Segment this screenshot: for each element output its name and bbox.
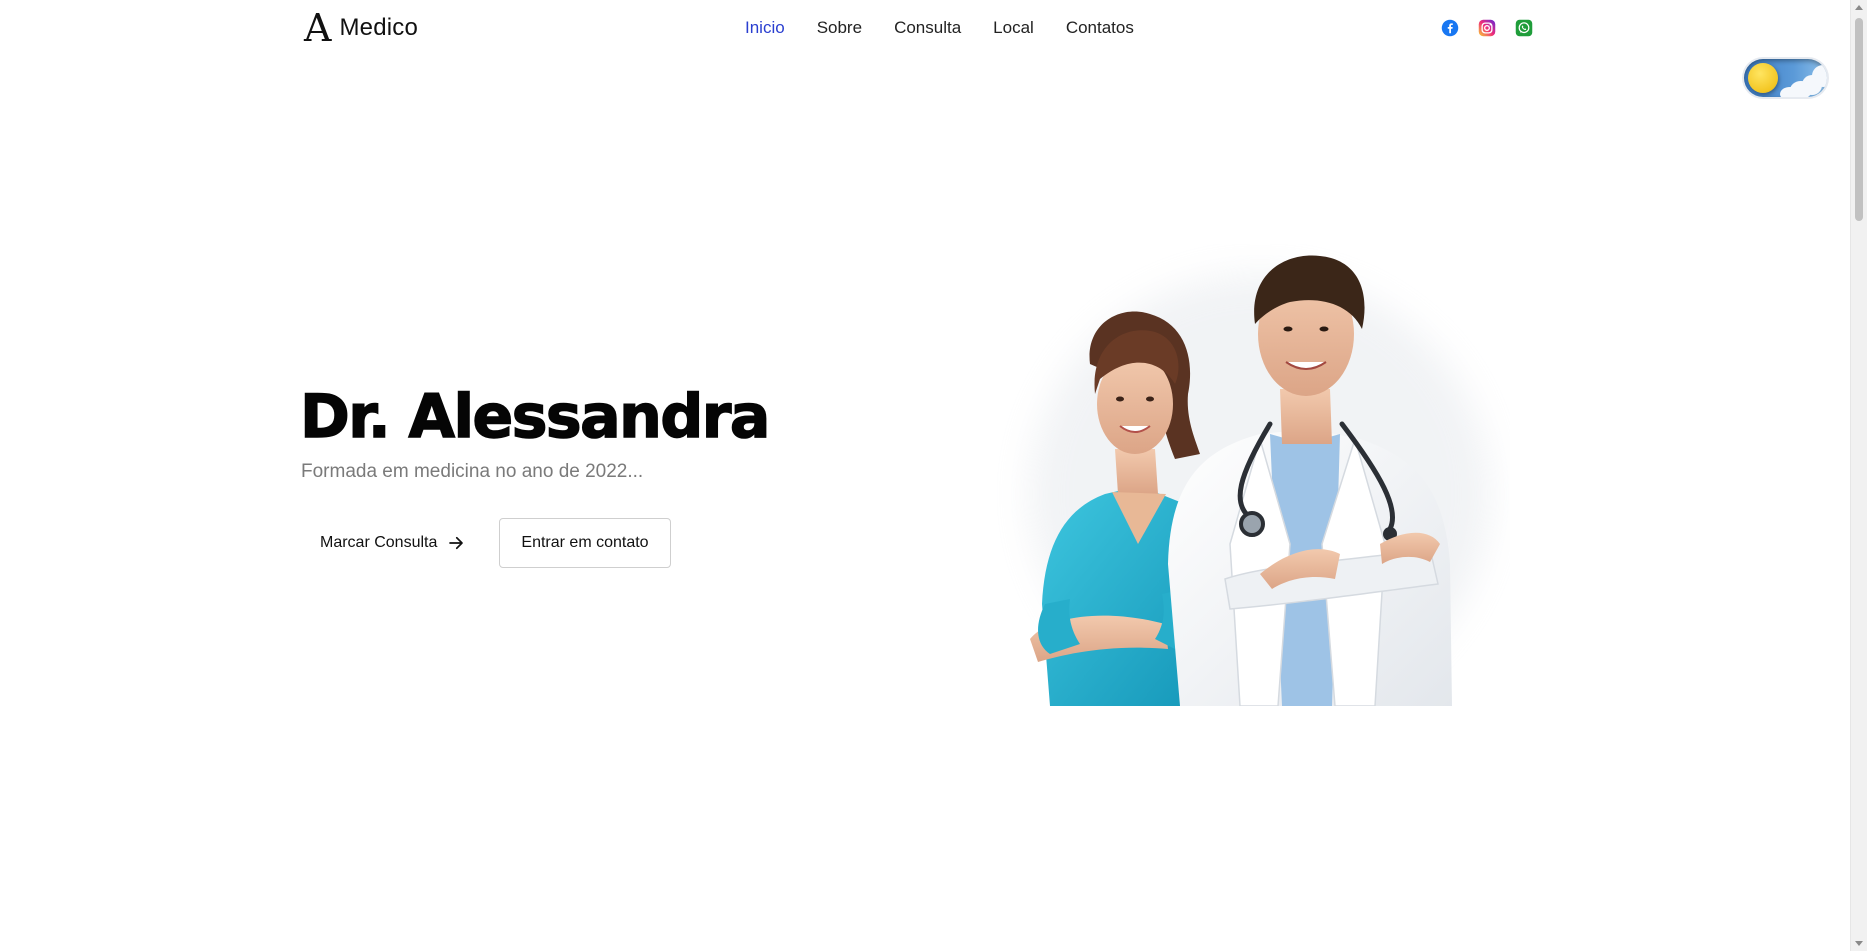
nav-link-sobre[interactable]: Sobre xyxy=(817,18,862,38)
cloud-icon xyxy=(1780,87,1800,97)
nav-link-consulta[interactable]: Consulta xyxy=(894,18,961,38)
site-header: A Medico Inicio Sobre Consulta Local Con… xyxy=(0,0,1850,58)
instagram-icon[interactable] xyxy=(1478,19,1496,37)
page: A Medico Inicio Sobre Consulta Local Con… xyxy=(0,0,1867,951)
theme-toggle[interactable] xyxy=(1744,59,1827,97)
logo-text: Medico xyxy=(339,14,419,41)
scroll-up-icon[interactable] xyxy=(1855,5,1863,10)
site-logo[interactable]: A Medico xyxy=(304,8,418,48)
social-links xyxy=(1441,19,1533,37)
cloud-icon xyxy=(1812,65,1827,87)
facebook-icon[interactable] xyxy=(1441,19,1459,37)
nav-link-contatos[interactable]: Contatos xyxy=(1066,18,1134,38)
book-appointment-button[interactable]: Marcar Consulta xyxy=(300,518,485,568)
arrow-right-icon xyxy=(449,536,464,550)
nav-link-local[interactable]: Local xyxy=(993,18,1034,38)
book-appointment-label: Marcar Consulta xyxy=(320,534,438,551)
scroll-down-icon[interactable] xyxy=(1855,941,1863,946)
logo-mark-icon: A xyxy=(304,6,332,50)
hero-title: Dr. Alessandra xyxy=(299,381,771,453)
whatsapp-icon[interactable] xyxy=(1515,19,1533,37)
contact-button[interactable]: Entrar em contato xyxy=(499,518,671,568)
doctors-illustration xyxy=(1030,255,1490,706)
main-nav: Inicio Sobre Consulta Local Contatos xyxy=(745,18,1166,38)
vertical-scrollbar[interactable] xyxy=(1850,0,1867,951)
hero-subtitle: Formada em medicina no ano de 2022... xyxy=(301,461,644,482)
sun-icon xyxy=(1748,63,1778,93)
nav-link-inicio[interactable]: Inicio xyxy=(745,18,785,38)
scrollbar-thumb[interactable] xyxy=(1855,18,1863,221)
